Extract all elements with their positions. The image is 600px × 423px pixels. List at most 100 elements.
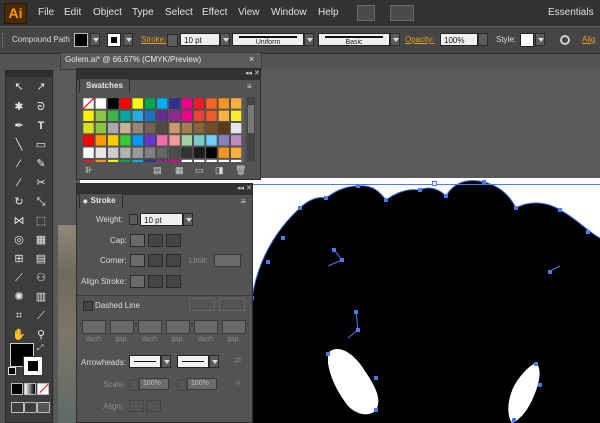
swatch[interactable] bbox=[131, 146, 144, 159]
swatch[interactable] bbox=[205, 110, 218, 122]
stroke-dropdown[interactable] bbox=[123, 33, 133, 46]
swatch[interactable] bbox=[107, 97, 119, 110]
swatch[interactable] bbox=[218, 97, 230, 110]
swatch[interactable] bbox=[218, 146, 230, 159]
swatch[interactable] bbox=[131, 159, 144, 171]
scale-end-input[interactable]: 100% bbox=[187, 378, 217, 390]
link-scale-icon[interactable]: ⚭ bbox=[234, 378, 242, 389]
swatch[interactable] bbox=[218, 159, 230, 171]
swatch[interactable] bbox=[193, 146, 205, 159]
bevel-join-icon[interactable] bbox=[166, 254, 181, 267]
swatch[interactable] bbox=[144, 134, 156, 147]
swatch[interactable] bbox=[181, 122, 193, 134]
swatch[interactable] bbox=[230, 134, 242, 147]
swatch[interactable] bbox=[119, 146, 132, 159]
stroke-label[interactable]: Stroke: bbox=[141, 27, 166, 53]
swatch[interactable] bbox=[193, 110, 205, 122]
symbol-sprayer-icon[interactable]: ✺ bbox=[11, 289, 27, 305]
swatch[interactable] bbox=[107, 146, 119, 159]
butt-cap-icon[interactable] bbox=[130, 234, 145, 247]
weight-stepper[interactable] bbox=[129, 214, 138, 225]
swatch[interactable] bbox=[156, 122, 169, 134]
swatch[interactable] bbox=[181, 134, 193, 147]
stroke-panel-menu-icon[interactable]: ≡ bbox=[241, 197, 246, 206]
dash-2-input[interactable] bbox=[138, 320, 162, 334]
graphic-style-swatch[interactable] bbox=[520, 33, 534, 47]
swatch[interactable] bbox=[193, 159, 205, 171]
round-cap-icon[interactable] bbox=[148, 234, 163, 247]
swatch[interactable] bbox=[193, 122, 205, 134]
swatch[interactable] bbox=[230, 97, 242, 110]
swatches-scrollbar[interactable] bbox=[247, 97, 255, 162]
swatch[interactable] bbox=[144, 122, 156, 134]
round-join-icon[interactable] bbox=[148, 254, 163, 267]
brush-dropdown[interactable] bbox=[390, 33, 400, 46]
swatch[interactable] bbox=[95, 122, 107, 134]
swatch[interactable] bbox=[82, 110, 95, 122]
swatch-libraries-icon[interactable]: ⊪ bbox=[85, 165, 93, 176]
menu-window[interactable]: Window bbox=[271, 0, 307, 26]
swatch[interactable] bbox=[205, 134, 218, 147]
start-arrowhead-select[interactable] bbox=[129, 355, 161, 368]
stroke-color-box[interactable] bbox=[23, 356, 43, 376]
bridge-icon[interactable] bbox=[357, 5, 375, 21]
menu-file[interactable]: File bbox=[38, 0, 54, 26]
stroke-weight-dropdown[interactable] bbox=[220, 33, 230, 46]
show-swatch-kinds-icon[interactable]: ▤ bbox=[153, 165, 162, 176]
menu-type[interactable]: Type bbox=[132, 0, 154, 26]
profile-dropdown[interactable] bbox=[304, 33, 314, 46]
swatch[interactable] bbox=[82, 122, 95, 134]
swatch[interactable] bbox=[230, 110, 242, 122]
scale-start-input[interactable]: 100% bbox=[139, 378, 169, 390]
swatch[interactable] bbox=[181, 110, 193, 122]
new-color-group-icon[interactable]: ▭ bbox=[195, 165, 204, 176]
delete-swatch-icon[interactable]: 🗑 bbox=[235, 165, 246, 176]
lasso-icon[interactable]: ᘐ bbox=[33, 99, 49, 115]
collapse-panel-icon[interactable]: ◂◂ ✕ bbox=[245, 69, 260, 77]
panel-menu-icon[interactable]: ≡ bbox=[247, 82, 252, 91]
swatch[interactable] bbox=[82, 146, 95, 159]
fill-swatch[interactable] bbox=[74, 33, 88, 47]
swatch[interactable] bbox=[107, 110, 119, 122]
swatch[interactable] bbox=[168, 146, 181, 159]
swatch[interactable] bbox=[95, 97, 107, 110]
swatch[interactable] bbox=[95, 134, 107, 147]
scale-start-stepper[interactable] bbox=[129, 379, 139, 391]
slice-tool-icon[interactable]: ⟋ bbox=[33, 308, 49, 324]
swatch[interactable] bbox=[95, 146, 107, 159]
gradient-tool-icon[interactable]: ▤ bbox=[33, 251, 49, 267]
align-center-icon[interactable] bbox=[130, 275, 145, 288]
recolor-artwork-icon[interactable] bbox=[560, 35, 570, 45]
swatch[interactable] bbox=[131, 122, 144, 134]
screen-mode-icon[interactable] bbox=[37, 402, 50, 413]
variable-width-profile[interactable]: Uniform bbox=[232, 33, 304, 46]
swatch[interactable] bbox=[218, 134, 230, 147]
eyedropper-icon[interactable]: ⟋ bbox=[11, 270, 27, 286]
magic-wand-icon[interactable]: ✱ bbox=[11, 99, 27, 115]
menu-select[interactable]: Select bbox=[165, 0, 193, 26]
draw-behind-icon[interactable] bbox=[24, 402, 37, 413]
swatch[interactable] bbox=[144, 110, 156, 122]
line-tool-icon[interactable]: ╲ bbox=[11, 137, 27, 153]
gap-1-input[interactable] bbox=[110, 320, 134, 334]
arrange-documents-icon[interactable] bbox=[390, 5, 414, 21]
swatch[interactable] bbox=[218, 110, 230, 122]
close-icon[interactable]: × bbox=[249, 54, 254, 64]
swatch[interactable] bbox=[205, 122, 218, 134]
mesh-tool-icon[interactable]: ⊞ bbox=[11, 251, 27, 267]
menu-edit[interactable]: Edit bbox=[64, 0, 81, 26]
opacity-input[interactable]: 100% bbox=[440, 33, 478, 46]
swatch[interactable] bbox=[230, 122, 242, 134]
swap-fill-stroke-icon[interactable]: ⤢ bbox=[37, 343, 43, 353]
swatch[interactable] bbox=[181, 159, 193, 171]
new-swatch-icon[interactable]: ◨ bbox=[215, 165, 224, 176]
swatch[interactable] bbox=[82, 159, 95, 171]
swatch[interactable] bbox=[131, 134, 144, 147]
swatch[interactable] bbox=[168, 110, 181, 122]
gap-2-input[interactable] bbox=[166, 320, 190, 334]
collapse-stroke-panel-icon[interactable]: ◂◂ ✕ bbox=[237, 184, 252, 192]
arrow-place-icon[interactable] bbox=[146, 400, 161, 412]
swatch[interactable] bbox=[168, 122, 181, 134]
arrow-extend-icon[interactable] bbox=[129, 400, 144, 412]
blob-brush-icon[interactable]: ∕ bbox=[11, 175, 27, 191]
